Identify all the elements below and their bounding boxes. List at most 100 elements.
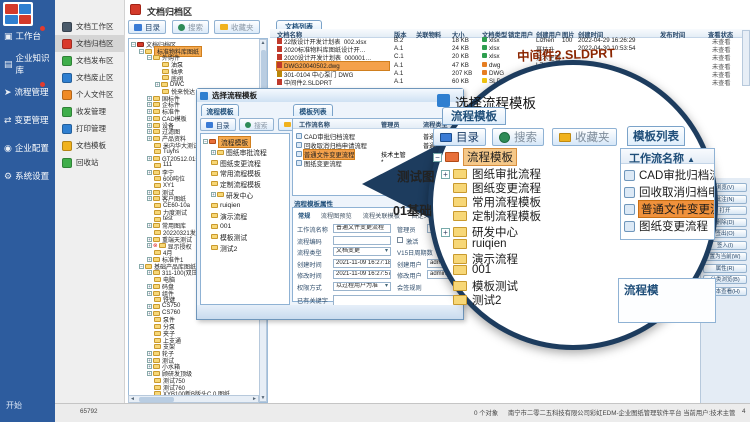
- action-button-8[interactable]: 属性(R): [703, 264, 747, 273]
- tree-expander-icon[interactable]: +: [147, 156, 152, 161]
- doc-name-cell[interactable]: 301-0104 中心泵门 DWG: [277, 70, 389, 78]
- tree-expander-icon[interactable]: +: [147, 116, 152, 121]
- folder-icon: [153, 358, 160, 363]
- tree-expander-icon[interactable]: +: [147, 237, 152, 242]
- dialog-tree-item[interactable]: ruiqien: [211, 201, 240, 210]
- field-input[interactable]: 2021-11-09 16:27:18: [333, 259, 391, 268]
- workspace-item-4[interactable]: 文档废止区: [55, 69, 125, 86]
- tab-template-list[interactable]: 模板列表: [293, 104, 333, 116]
- template-list-row[interactable]: 回收取消归档申请流程: [296, 141, 367, 149]
- sidebar-item-1[interactable]: ▣工作台: [0, 24, 55, 48]
- dialog-tree-item[interactable]: +图纸审批流程: [211, 148, 267, 157]
- tree-expander-icon[interactable]: +: [147, 270, 152, 275]
- folder-icon: [153, 304, 160, 309]
- workspace-item-5[interactable]: 个人文件区: [55, 86, 125, 103]
- tree-horizontal-scrollbar[interactable]: ◄ ►: [128, 395, 259, 403]
- start-button[interactable]: 开始: [6, 400, 22, 411]
- dialog-tree-item[interactable]: −流程模板: [203, 137, 251, 146]
- doc-name-cell[interactable]: 2020标准物料库图纸设计开…: [277, 45, 389, 53]
- tree-expander-icon[interactable]: −: [139, 49, 144, 54]
- doc-name-cell[interactable]: 中间件2.SLDPRT: [277, 78, 389, 86]
- tree-expander-icon[interactable]: +: [147, 304, 152, 309]
- workspace-item-8[interactable]: 文档模板: [55, 137, 125, 154]
- status-right: 4: [742, 408, 746, 415]
- tree-expander-icon[interactable]: +: [211, 192, 216, 197]
- tree-expander-icon[interactable]: −: [203, 139, 208, 144]
- tree-expander-icon[interactable]: −: [147, 55, 152, 60]
- catalog-button[interactable]: 目录: [128, 20, 166, 34]
- dialog-tree-item[interactable]: 模板测试: [211, 232, 247, 241]
- tree-expander-icon[interactable]: +: [147, 123, 152, 128]
- dialog-tree-item[interactable]: 001: [211, 222, 231, 231]
- dialog-tree-item[interactable]: 常用流程模板: [211, 169, 261, 178]
- property-tab-2[interactable]: 流程图预览: [321, 211, 352, 220]
- tree-expander-icon[interactable]: +: [147, 102, 152, 107]
- tree-expander-icon[interactable]: +: [147, 190, 152, 195]
- type-cell: xlsx: [482, 45, 500, 53]
- tree-expander-icon[interactable]: +: [147, 291, 152, 296]
- tree-expander-icon[interactable]: +: [147, 284, 152, 289]
- list-column-header[interactable]: 工作流名称: [299, 120, 330, 129]
- doc-name-cell[interactable]: 2020设计开发计划表_000001…: [277, 53, 389, 61]
- tree-expander-icon[interactable]: +: [155, 82, 160, 87]
- dialog-tree-item[interactable]: 定制流程模板: [211, 179, 261, 188]
- tree-expander-icon[interactable]: +: [147, 257, 152, 262]
- tree-expander-icon[interactable]: +: [147, 358, 152, 363]
- field-input[interactable]: [333, 236, 391, 245]
- sidebar-item-4[interactable]: ⇄变更管理: [0, 108, 55, 132]
- template-list-row[interactable]: CAD审批归档流程: [296, 132, 355, 140]
- tree-expander-icon[interactable]: +: [147, 136, 152, 141]
- tree-expander-icon[interactable]: +: [147, 170, 152, 175]
- doc-name-cell[interactable]: 22版设计开发计划表_002.xlsx: [277, 37, 389, 45]
- dialog-tree-item[interactable]: 演示流程: [211, 211, 247, 220]
- activate-checkbox[interactable]: [397, 237, 403, 243]
- tree-expander-icon[interactable]: +: [147, 129, 152, 134]
- tree-expander-icon[interactable]: +: [147, 371, 152, 376]
- dialog-tree-item[interactable]: +研发中心: [211, 190, 253, 199]
- dialog-titlebar[interactable]: 选择流程模板: [197, 89, 463, 102]
- workspace-item-7[interactable]: 打印管理: [55, 120, 125, 137]
- tree-expander-icon[interactable]: +: [147, 109, 152, 114]
- tree-expander-icon[interactable]: +: [147, 311, 152, 316]
- tree-expander-icon[interactable]: +: [211, 150, 216, 155]
- workspace-item-2[interactable]: 文档归档区: [55, 35, 125, 52]
- sidebar-item-6[interactable]: ⚙系统设置: [0, 164, 55, 188]
- tree-expander-icon[interactable]: +: [147, 96, 152, 101]
- sidebar-item-3[interactable]: ➤流程管理: [0, 80, 55, 104]
- tree-expander-icon[interactable]: +: [147, 364, 152, 369]
- favorites-button[interactable]: 收藏夹: [214, 20, 260, 34]
- tab-process-template[interactable]: 流程模板: [201, 104, 239, 116]
- workspace-item-6[interactable]: 收发管理: [55, 103, 125, 120]
- workspace-item-9[interactable]: 回收站: [55, 154, 125, 171]
- tree-expander-icon[interactable]: −: [139, 264, 144, 269]
- lens-properties-fragment-panel: 流程模: [618, 278, 716, 323]
- field-input[interactable]: 普通文件变更流程: [333, 224, 391, 233]
- list-column-header[interactable]: 管理员: [381, 120, 400, 129]
- tree-expander-icon[interactable]: −: [131, 42, 136, 47]
- template-list-row[interactable]: 普通文件变更流程: [296, 150, 354, 158]
- field-label-2: V15日周期数: [397, 248, 433, 257]
- workspace-item-icon: [62, 90, 72, 100]
- field-input[interactable]: 以过程用户为准: [333, 282, 391, 291]
- field-input[interactable]: 2021-11-09 16:27:57: [333, 270, 391, 279]
- template-list-row[interactable]: 图纸变更流程: [296, 159, 342, 167]
- doc-name-cell[interactable]: DWG20040502.dwg: [277, 62, 389, 70]
- sidebar-item-2[interactable]: ▤企业知识库: [0, 52, 55, 76]
- dialog-catalog-button[interactable]: 目录: [200, 118, 236, 131]
- property-tab-1[interactable]: 常规: [298, 211, 310, 220]
- workspace-item-1[interactable]: 文档工作区: [55, 18, 125, 35]
- tree-expander-icon[interactable]: +: [147, 351, 152, 356]
- workspace-item-3[interactable]: 文档发布区: [55, 52, 125, 69]
- dialog-tree-item[interactable]: 测试2: [211, 243, 237, 252]
- tree-expander-icon[interactable]: +: [147, 196, 152, 201]
- field-input[interactable]: 文档变更: [333, 247, 391, 256]
- dialog-tree-item[interactable]: 图纸变更流程: [211, 158, 261, 167]
- table-vertical-scrollbar[interactable]: [742, 30, 750, 86]
- search-button[interactable]: 搜索: [172, 20, 209, 34]
- tree-expander-icon[interactable]: +: [147, 223, 152, 228]
- dialog-tree-label: 001: [220, 223, 231, 230]
- sidebar-item-5[interactable]: ◉企业配置: [0, 136, 55, 160]
- tree-expander-icon[interactable]: +: [147, 243, 152, 248]
- folder-icon: [154, 217, 161, 222]
- dialog-search-button[interactable]: 搜索: [239, 118, 274, 131]
